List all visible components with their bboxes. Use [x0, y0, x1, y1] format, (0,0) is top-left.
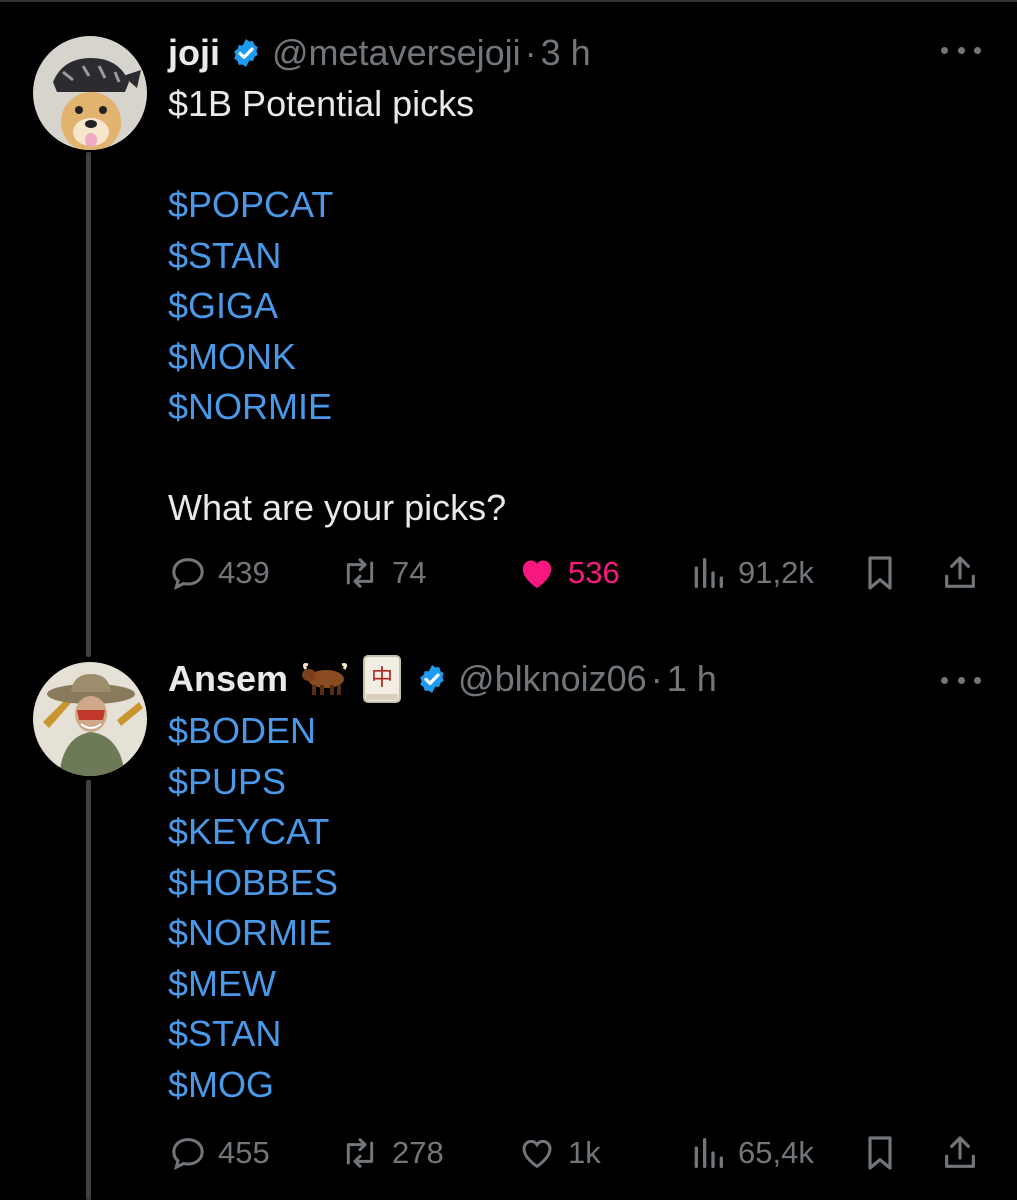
views-button[interactable]: 65,4k: [688, 1128, 814, 1178]
cashtag-link[interactable]: $GIGA: [168, 281, 506, 332]
bookmark-button[interactable]: [860, 548, 900, 598]
action-bar: 439 74 536 91,2k: [168, 548, 988, 598]
tweet-header: joji @metaversejoji · 3 h: [168, 28, 591, 78]
cashtag-link[interactable]: $MONK: [168, 332, 506, 383]
like-count: 1k: [568, 1135, 601, 1170]
cashtag-link[interactable]: $STAN: [168, 231, 506, 282]
share-upload-icon: [945, 1136, 975, 1168]
user-handle[interactable]: @metaversejoji: [272, 32, 521, 74]
heart-outline-icon: [522, 1139, 552, 1169]
like-button[interactable]: 1k: [516, 1128, 601, 1178]
reply-button[interactable]: 455: [168, 1128, 270, 1178]
like-button[interactable]: 536: [516, 548, 620, 598]
bookmark-icon: [868, 556, 892, 590]
heart-filled-icon: [522, 560, 552, 588]
display-name[interactable]: Ansem: [168, 658, 288, 700]
repost-count: 74: [392, 555, 427, 590]
cashtag-link[interactable]: $NORMIE: [168, 908, 338, 959]
views-count: 91,2k: [738, 555, 814, 590]
verified-badge-icon: [416, 663, 448, 695]
timestamp[interactable]: 1 h: [667, 658, 717, 700]
cashtag-link[interactable]: $STAN: [168, 1009, 338, 1060]
bookmark-button[interactable]: [860, 1128, 900, 1178]
cashtag-link[interactable]: $BODEN: [168, 706, 338, 757]
share-button[interactable]: [940, 1128, 980, 1178]
text-line: What are your picks?: [168, 487, 507, 528]
repost-button[interactable]: 74: [338, 548, 426, 598]
mahjong-red-dragon-emoji-icon: 中: [362, 654, 402, 704]
views-count: 65,4k: [738, 1135, 814, 1170]
repost-icon: [346, 1138, 374, 1168]
more-options-icon[interactable]: [941, 668, 981, 692]
share-upload-icon: [945, 556, 975, 588]
tweet-header: Ansem 中 @blknoiz06 · 1 h: [168, 654, 717, 704]
cashtag-link[interactable]: $POPCAT: [168, 180, 506, 231]
tweet-text: $1B Potential picks $POPCAT $STAN $GIGA …: [168, 79, 506, 534]
cashtag-link[interactable]: $MEW: [168, 959, 338, 1010]
tweet-ansem: Ansem 中 @blknoiz06 · 1 h $BODEN $PUPS $K…: [0, 640, 1017, 1200]
views-bar-chart-icon: [694, 1138, 723, 1168]
text-line: [168, 433, 506, 484]
avatar-joji[interactable]: [33, 36, 147, 150]
views-bar-chart-icon: [694, 558, 723, 588]
cashtag-link[interactable]: $NORMIE: [168, 382, 506, 433]
ox-emoji-icon: [300, 659, 350, 699]
cashtag-link[interactable]: $MOG: [168, 1060, 338, 1111]
reply-button[interactable]: 439: [168, 548, 270, 598]
cashtag-link[interactable]: $PUPS: [168, 757, 338, 808]
cowboy-character-icon: [33, 662, 147, 776]
time-separator: ·: [650, 658, 663, 699]
time-separator: ·: [524, 32, 537, 73]
text-line: $1B Potential picks: [168, 83, 475, 124]
verified-badge-icon: [230, 37, 262, 69]
tweet-joji: joji @metaversejoji · 3 h $1B Potential …: [0, 0, 1017, 640]
repost-icon: [346, 558, 374, 588]
share-button[interactable]: [940, 548, 980, 598]
reply-icon: [172, 558, 204, 590]
action-bar: 455 278 1k 65,4k: [168, 1128, 988, 1178]
reply-icon: [172, 1138, 204, 1170]
timestamp[interactable]: 3 h: [541, 32, 591, 74]
cashtag-link[interactable]: $KEYCAT: [168, 807, 338, 858]
display-name[interactable]: joji: [168, 32, 220, 74]
cashtag-link[interactable]: $HOBBES: [168, 858, 338, 909]
avatar-ansem[interactable]: [33, 662, 147, 776]
shiba-dog-bandana-icon: [33, 36, 147, 150]
like-count: 536: [568, 555, 620, 590]
user-handle[interactable]: @blknoiz06: [458, 658, 647, 700]
more-options-icon[interactable]: [941, 38, 981, 62]
text-line: [168, 130, 506, 181]
bookmark-icon: [868, 1136, 892, 1170]
reply-count: 455: [218, 1135, 270, 1170]
repost-count: 278: [392, 1135, 444, 1170]
views-button[interactable]: 91,2k: [688, 548, 814, 598]
reply-count: 439: [218, 555, 270, 590]
tweet-text: $BODEN $PUPS $KEYCAT $HOBBES $NORMIE $ME…: [168, 706, 338, 1110]
mahjong-glyph: 中: [371, 666, 393, 691]
repost-button[interactable]: 278: [338, 1128, 444, 1178]
